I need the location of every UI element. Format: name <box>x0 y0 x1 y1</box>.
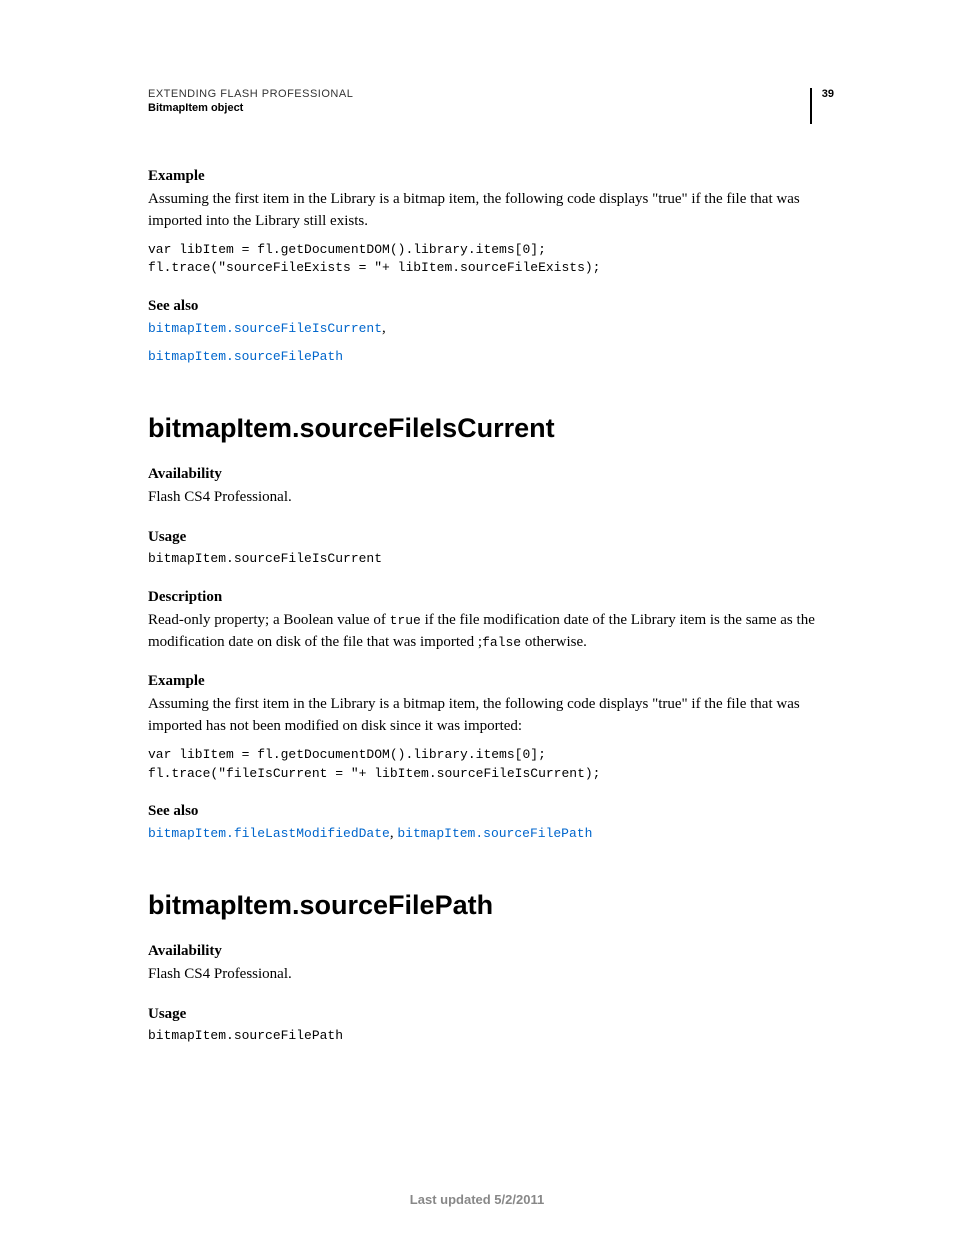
availability-text: Flash CS4 Professional. <box>148 487 834 509</box>
description-post: otherwise. <box>521 634 587 650</box>
code-block: var libItem = fl.getDocumentDOM().librar… <box>148 241 834 279</box>
see-also-heading: See also <box>148 803 834 820</box>
usage-heading: Usage <box>148 529 834 546</box>
section-title: bitmapItem.sourceFilePath <box>148 890 834 921</box>
section-title: bitmapItem.sourceFileIsCurrent <box>148 413 834 444</box>
link-filelastmodifieddate[interactable]: bitmapItem.fileLastModifiedDate <box>148 826 390 841</box>
example-text: Assuming the first item in the Library i… <box>148 189 834 233</box>
chapter-title: BitmapItem object <box>148 102 353 114</box>
code-false: false <box>482 635 521 650</box>
code-block: var libItem = fl.getDocumentDOM().librar… <box>148 746 834 784</box>
description-text: Read-only property; a Boolean value of t… <box>148 610 834 654</box>
usage-code: bitmapItem.sourceFilePath <box>148 1027 834 1046</box>
description-heading: Description <box>148 589 834 606</box>
page-header: EXTENDING FLASH PROFESSIONAL BitmapItem … <box>148 88 834 124</box>
link-sourcefilepath[interactable]: bitmapItem.sourceFilePath <box>397 826 592 841</box>
availability-text: Flash CS4 Professional. <box>148 964 834 986</box>
availability-heading: Availability <box>148 943 834 960</box>
usage-heading: Usage <box>148 1006 834 1023</box>
description-pre: Read-only property; a Boolean value of <box>148 612 390 628</box>
example-heading: Example <box>148 168 834 185</box>
code-true: true <box>390 613 421 628</box>
availability-heading: Availability <box>148 466 834 483</box>
comma-separator: , <box>382 320 386 336</box>
usage-code: bitmapItem.sourceFileIsCurrent <box>148 550 834 569</box>
example-text: Assuming the first item in the Library i… <box>148 694 834 738</box>
link-sourcefileiscurrent[interactable]: bitmapItem.sourceFileIsCurrent <box>148 321 382 336</box>
see-also-heading: See also <box>148 298 834 315</box>
link-sourcefilepath[interactable]: bitmapItem.sourceFilePath <box>148 349 343 364</box>
example-heading: Example <box>148 673 834 690</box>
footer-last-updated: Last updated 5/2/2011 <box>0 1192 954 1207</box>
document-title: EXTENDING FLASH PROFESSIONAL <box>148 88 353 100</box>
page-number: 39 <box>822 88 834 100</box>
page-number-divider: 39 <box>810 88 834 124</box>
